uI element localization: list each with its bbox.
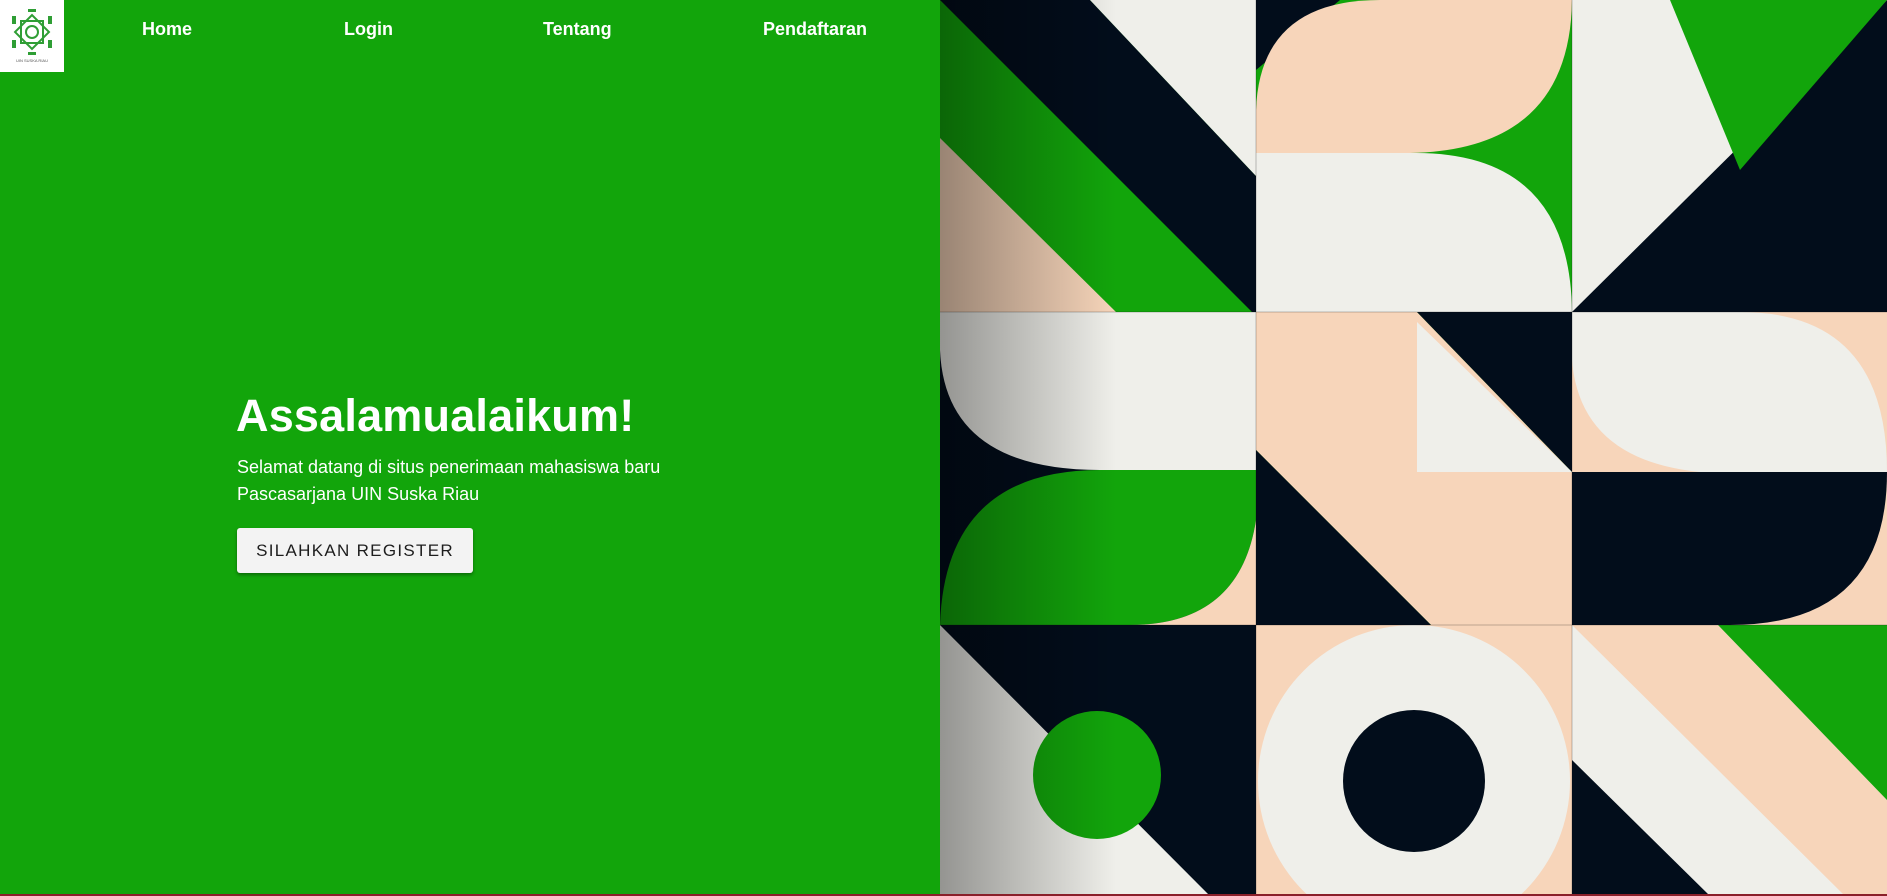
register-button[interactable]: SILAHKAN REGISTER (237, 528, 473, 573)
nav-home[interactable]: Home (142, 19, 192, 40)
logo-caption: UIN SUSKA RIAU (16, 58, 48, 63)
geometric-illustration (940, 0, 1887, 896)
geometric-pattern-image (940, 0, 1887, 896)
hero-panel: UIN SUSKA RIAU Home Login Tentang Pendaf… (0, 0, 940, 896)
logo[interactable]: UIN SUSKA RIAU (0, 0, 64, 72)
hero-title: Assalamualaikum! (236, 390, 635, 441)
uin-suska-riau-logo-icon: UIN SUSKA RIAU (12, 9, 52, 63)
nav-tentang[interactable]: Tentang (543, 19, 612, 40)
nav-pendaftaran[interactable]: Pendaftaran (763, 19, 867, 40)
hero-subtitle: Selamat datang di situs penerimaan mahas… (237, 457, 661, 504)
landing-page: UIN SUSKA RIAU Home Login Tentang Pendaf… (0, 0, 1887, 896)
nav-login[interactable]: Login (344, 19, 393, 40)
